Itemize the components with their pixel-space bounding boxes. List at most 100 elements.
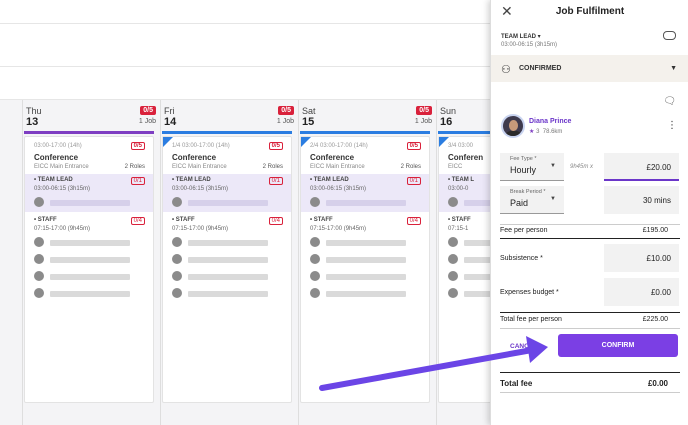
job-card[interactable]: 1/4 03:00-17:00 (14h) 0/5 Conference EIC… <box>162 136 292 403</box>
total-fee-value: £0.00 <box>647 379 668 388</box>
day-name: Sun <box>440 106 457 116</box>
job-card[interactable]: 03:00-17:00 (14h) 0/5 Conference EICC Ma… <box>24 136 154 403</box>
subsistence-value: £10.00 <box>646 254 671 263</box>
break-period-select[interactable]: Break Period * Paid ▼ <box>500 186 564 214</box>
role-team-lead[interactable]: • TEAM LEAD 03:00-06:15 (3h15m) 0/1 <box>301 174 429 212</box>
empty-slot[interactable] <box>172 271 282 282</box>
day-bar <box>300 131 430 134</box>
confirm-button[interactable]: CONFIRM <box>558 334 678 357</box>
fee-type-select[interactable]: Fee Type * Hourly ▼ <box>500 153 564 181</box>
empty-slot[interactable] <box>310 237 420 248</box>
assigned-person: Diana Prince ★ 3 78.6km ⋮ <box>501 114 681 140</box>
empty-slot[interactable] <box>172 197 282 208</box>
job-card[interactable]: 2/4 03:00-17:00 (14h) 0/5 Conference EIC… <box>300 136 430 403</box>
empty-slot[interactable] <box>34 288 144 299</box>
panel-header: ✕ Job Fulfilment <box>491 0 688 24</box>
comments-icon[interactable]: 🗨 <box>663 96 676 107</box>
fill-badge: 0/5 <box>278 106 294 115</box>
job-location: EICC Main Entrance <box>34 164 89 170</box>
empty-slot[interactable] <box>448 271 490 282</box>
role-team-lead[interactable]: • TEAM LEAD 03:00-06:15 (3h15m) 0/1 <box>25 174 153 212</box>
break-duration-input[interactable]: 30 mins <box>604 186 679 214</box>
day-column-thu: Thu 13 0/5 1 Job 03:00-17:00 (14h) 0/5 C… <box>24 100 160 425</box>
job-count: 1 Job <box>138 118 156 125</box>
fee-type-value: Hourly <box>510 165 537 175</box>
empty-slot[interactable] <box>172 237 282 248</box>
job-title: Conference <box>310 153 355 162</box>
role-name: • TEAM LEAD <box>310 177 349 183</box>
role-name: • STAFF <box>172 217 195 223</box>
empty-slot[interactable] <box>310 254 420 265</box>
empty-slot[interactable] <box>448 288 490 299</box>
role-staff[interactable]: • STAFF 07:15-17:00 (9h45m) 0/4 <box>25 214 153 304</box>
day-header[interactable]: Thu 13 0/5 1 Job <box>24 103 160 131</box>
empty-slot[interactable] <box>310 197 420 208</box>
empty-slot[interactable] <box>34 271 144 282</box>
day-header[interactable]: Sun 16 <box>438 103 490 131</box>
role-name: • TEAM LEAD <box>172 177 211 183</box>
avatar-placeholder-icon <box>172 271 182 281</box>
avatar-placeholder-icon <box>34 237 44 247</box>
role-team-lead[interactable]: • TEAM LEAD 03:00-06:15 (3h15m) 0/1 <box>163 174 291 212</box>
role-badge: 0/1 <box>130 177 145 185</box>
day-name: Fri <box>164 106 175 116</box>
status-dropdown[interactable]: ⚇ CONFIRMED ▼ <box>491 55 688 82</box>
job-title: Conferen <box>448 153 484 162</box>
expenses-input[interactable]: £0.00 <box>604 278 679 306</box>
empty-slot[interactable] <box>448 237 490 248</box>
divider <box>500 238 680 239</box>
role-time: 03:00-06:15 (3h15m) <box>172 186 229 192</box>
role-staff[interactable]: • STAFF 07:15-17:00 (9h45m) 0/4 <box>163 214 291 304</box>
job-title: Conference <box>172 153 217 162</box>
cancel-button[interactable]: CANCEL <box>510 343 537 350</box>
total-fee-label: Total fee <box>500 379 533 388</box>
panel-title: Job Fulfilment <box>555 6 625 17</box>
avatar-placeholder-icon <box>448 254 458 264</box>
divider <box>500 372 680 373</box>
empty-slot[interactable] <box>34 254 144 265</box>
job-card[interactable]: 3/4 03:00 Conferen EICC • TEAM L 03:00-0… <box>438 136 490 403</box>
day-header[interactable]: Sat 15 0/5 1 Job <box>300 103 436 131</box>
slot-placeholder <box>188 291 268 297</box>
avatar-placeholder-icon <box>34 254 44 264</box>
empty-slot[interactable] <box>448 254 490 265</box>
hourly-rate-input[interactable]: £20.00 <box>604 153 679 181</box>
caret-down-icon: ▼ <box>550 163 556 169</box>
job-count: 1 Job <box>276 118 294 125</box>
subsistence-input[interactable]: £10.00 <box>604 244 679 272</box>
role-time: 03:00-0 <box>448 186 469 192</box>
total-per-person-label: Total fee per person <box>500 316 562 323</box>
day-header[interactable]: Fri 14 0/5 1 Job <box>162 103 298 131</box>
job-roles: 2 Roles <box>124 164 145 170</box>
job-time: 2/4 03:00-17:00 (14h) <box>310 143 368 149</box>
role-staff[interactable]: • STAFF 07:15-17:00 (9h45m) 0/4 <box>301 214 429 304</box>
break-period-value: Paid <box>510 198 529 208</box>
slot-placeholder <box>50 257 130 263</box>
slot-placeholder <box>50 291 130 297</box>
avatar <box>501 114 525 138</box>
slot-placeholder <box>464 257 490 263</box>
message-icon[interactable] <box>663 31 676 40</box>
empty-slot[interactable] <box>34 197 144 208</box>
hours-multiplier: 9h45m x <box>570 164 594 170</box>
empty-slot[interactable] <box>310 288 420 299</box>
role-team-lead[interactable]: • TEAM L 03:00-0 <box>439 174 490 212</box>
empty-slot[interactable] <box>172 254 282 265</box>
role-time: 07:15-17:00 (9h45m) <box>310 226 367 232</box>
empty-slot[interactable] <box>310 271 420 282</box>
avatar-placeholder-icon <box>310 271 320 281</box>
slot-placeholder <box>50 200 130 206</box>
job-fill-badge: 0/5 <box>268 142 283 150</box>
day-column-sun: Sun 16 3/4 03:00 Conferen EICC • TEAM L … <box>438 100 490 425</box>
person-name[interactable]: Diana Prince <box>529 118 571 125</box>
slot-placeholder <box>50 240 130 246</box>
more-options-icon[interactable]: ⋮ <box>667 120 677 131</box>
role-badge: 0/4 <box>130 217 145 225</box>
role-selector[interactable]: TEAM LEAD ▾ <box>501 33 541 40</box>
empty-slot[interactable] <box>172 288 282 299</box>
role-staff[interactable]: • STAFF 07:15-1 <box>439 214 490 304</box>
day-bar <box>162 131 292 134</box>
empty-slot[interactable] <box>448 197 490 208</box>
avatar-placeholder-icon <box>310 197 320 207</box>
empty-slot[interactable] <box>34 237 144 248</box>
